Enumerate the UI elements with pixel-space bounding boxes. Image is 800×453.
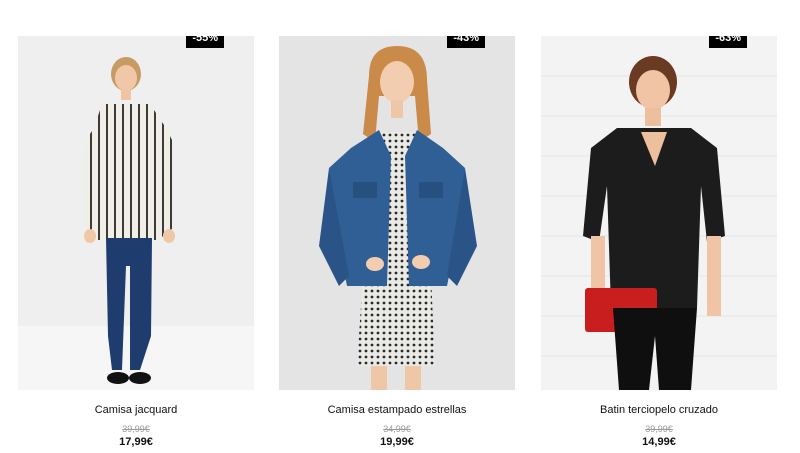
sale-price: 17,99€: [119, 436, 153, 448]
sale-price: 19,99€: [380, 436, 414, 448]
product-name[interactable]: Batin terciopelo cruzado: [541, 404, 777, 416]
product-card[interactable]: -43% Camisa estampado estrellas 34,99€ 1…: [279, 36, 515, 448]
original-price: 39,99€: [122, 424, 150, 434]
sale-price: 14,99€: [642, 436, 676, 448]
product-image[interactable]: -63%: [541, 36, 777, 390]
discount-badge: -43%: [447, 36, 485, 48]
product-card[interactable]: -63% Batin terciopelo cruzado 39,99€ 14,…: [541, 36, 777, 448]
original-price: 34,99€: [383, 424, 411, 434]
product-image[interactable]: -43%: [279, 36, 515, 390]
product-card[interactable]: -55% Camisa jacquard 39,99€ 17,99€: [18, 36, 254, 448]
original-price: 39,99€: [645, 424, 673, 434]
discount-badge: -63%: [709, 36, 747, 48]
product-name[interactable]: Camisa jacquard: [18, 404, 254, 416]
product-name[interactable]: Camisa estampado estrellas: [279, 404, 515, 416]
product-image[interactable]: -55%: [18, 36, 254, 390]
discount-badge: -55%: [186, 36, 224, 48]
